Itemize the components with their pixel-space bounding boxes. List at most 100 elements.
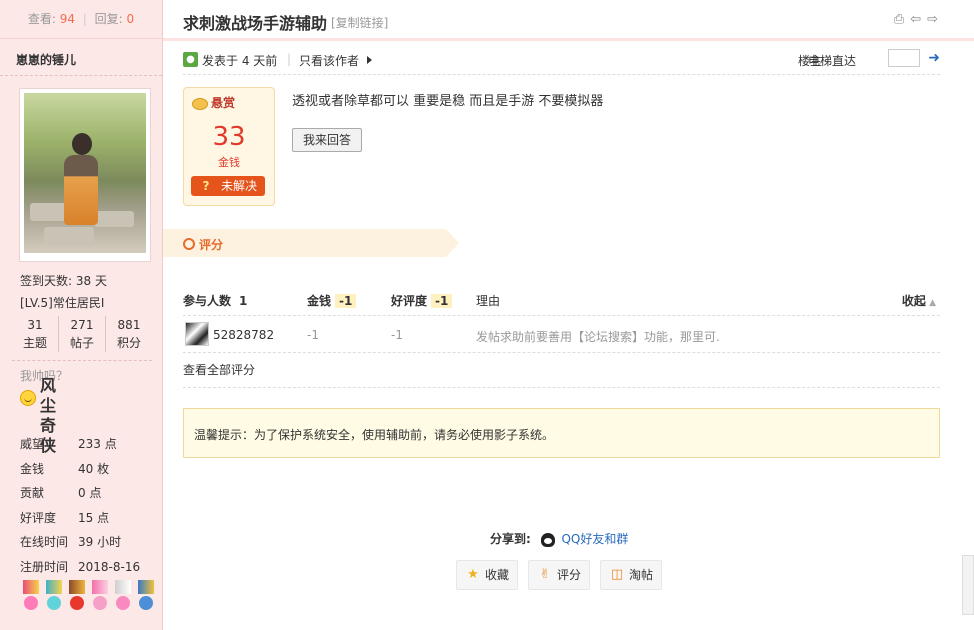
star-icon: ★ [467,567,479,582]
collapse-button[interactable]: 收起 ▲ [902,292,936,309]
money-total: -1 [335,294,357,308]
rater-name[interactable]: 52828782 [213,328,274,342]
prop-row: 注册时间 2018-8-16 [20,555,160,580]
medal-icon[interactable] [112,580,134,614]
avatar[interactable] [24,93,146,253]
author-counts: 31 主题 271 帖子 881 积分 [12,316,152,361]
rater-money: -1 [307,328,319,342]
replies-count: 0 [126,12,135,26]
collect-button[interactable]: ◫ 淘帖 [600,560,663,590]
post-main: 求刺激战场手游辅助 [复制链接] ⎙ ⇦ ⇨ ● 发表于 4 天前 | 只看该作… [163,0,974,630]
rating-header: 参与人数 1 金钱 -1 好评度 -1 理由 收起 ▲ [183,287,940,316]
money-label: 金钱 [307,294,332,308]
prop-row: 贡献 0 点 [20,481,160,506]
count-topics[interactable]: 31 主题 [12,316,59,352]
rate-label: 评分 [557,568,582,582]
only-author-link[interactable]: 只看该作者 [299,52,359,69]
avatar-stone [94,211,134,227]
count-label: 帖子 [69,336,94,350]
rater-reputation: -1 [391,328,403,342]
count-label: 主题 [22,336,47,350]
reputation-label: 好评度 [391,294,428,308]
bounty-status-badge: ? 未解决 [191,176,265,196]
elevator-label: 电梯直达 [807,54,856,68]
prop-value: 15 点 [78,510,110,525]
author-avatar-frame[interactable] [19,88,151,262]
author-online-icon: ● [183,52,198,67]
favorite-button[interactable]: ★ 收藏 [456,560,519,590]
medal-icon[interactable] [43,580,65,614]
post-actions: ★ 收藏 ✌ 评分 ◫ 淘帖 [456,560,663,590]
share-bar: 分享到: QQ好友和群 [490,530,628,547]
tray-icon: ◫ [610,567,624,582]
money-header: 金钱 -1 [307,292,357,309]
medal-icon[interactable] [135,580,157,614]
author-sidebar: 查看: 94 | 回复: 0 崽崽的锤儿 签到天数: 38 天 [LV.5]常住… [0,0,163,630]
prop-row: 在线时间 39 小时 [20,530,160,555]
thread-stats: 查看: 94 | 回复: 0 [0,0,162,39]
participants-header: 参与人数 1 [183,292,251,309]
count-points[interactable]: 881 积分 [106,316,152,352]
prop-key: 在线时间 [20,535,69,549]
prop-value: 0 点 [78,486,102,500]
posted-time: 发表于 4 天前 [202,54,278,68]
bounty-amount: 33 [212,122,246,152]
scrollbar-thumb[interactable] [962,555,974,615]
prev-thread-icon[interactable]: ⇦ [910,12,921,27]
count-posts[interactable]: 271 帖子 [59,316,106,352]
rating-banner-title: 评分 [199,238,224,252]
collapse-label: 收起 [901,294,926,308]
count-label: 积分 [116,336,141,350]
medal-icon[interactable] [66,580,88,614]
user-group: 风尘奇侠 我帅吗？ [20,366,68,455]
prop-value: 2018-8-16 [78,559,141,574]
avatar-figure [64,133,98,233]
rate-button[interactable]: ✌ 评分 [528,560,591,590]
user-properties: 威望 233 点 金钱 40 枚 贡献 0 点 好评度 15 点 在线时间 39 小时 注… [20,432,160,579]
rater-reason: 发帖求助前要善用【论坛搜索】功能，那里可. [476,330,720,344]
medal-icon[interactable] [20,580,42,614]
views-count: 94 [59,12,75,26]
reputation-total: -1 [431,294,453,308]
prop-value: 39 小时 [78,535,122,549]
share-qq-link[interactable]: QQ好友和群 [561,532,628,546]
count-value: 31 [27,318,43,332]
prop-key: 好评度 [20,510,57,525]
prop-key: 贡献 [20,486,45,500]
count-value: 271 [70,318,94,332]
thumb-icon: ✌ [539,567,551,582]
prop-row: 威望 233 点 [20,432,160,457]
see-all-ratings-link[interactable]: 查看全部评分 [183,353,940,388]
views-label: 查看: [27,12,56,26]
share-label: 分享到: [490,532,531,546]
medal-icon[interactable] [89,580,111,614]
postbar-divider: | [287,52,292,66]
prop-key: 威望 [20,437,45,451]
medal-list [20,580,157,614]
prop-row: 好评度 15 点 [20,506,160,531]
rating-banner: 评分 [163,229,459,257]
qq-icon[interactable] [540,532,555,547]
thread-tools: ⎙ ⇦ ⇨ [894,12,938,27]
next-thread-icon[interactable]: ⇨ [927,12,938,27]
author-info: 签到天数: 38 天 [LV.5]常住居民I [20,270,150,314]
signin-days: 签到天数: 38 天 [20,274,107,288]
prop-row: 金钱 40 枚 [20,457,160,482]
answer-button[interactable]: 我来回答 [292,128,362,152]
post-info-bar: ● 发表于 4 天前 | 只看该作者 楼主 电梯直达 ➜ [183,49,940,75]
author-username[interactable]: 崽崽的锤儿 [0,39,162,76]
user-level[interactable]: [LV.5]常住居民I [20,292,150,314]
reputation-header: 好评度 -1 [391,292,453,309]
table-row: 52828782 -1 -1 发帖求助前要善用【论坛搜索】功能，那里可. [183,316,940,353]
copy-link-button[interactable]: [复制链接] [331,14,388,31]
notice-text: 温馨提示：为了保护系统安全，使用辅助前，请务必使用影子系统。 [194,428,555,442]
bounty-label-text: 悬赏 [211,96,236,110]
elevator-go-icon[interactable]: ➜ [928,50,940,66]
elevator-input[interactable] [888,49,920,67]
rater-avatar[interactable] [185,322,209,346]
print-icon[interactable]: ⎙ [894,12,904,27]
question-icon: ? [202,179,210,193]
prop-value: 233 点 [78,437,117,451]
rating-table: 参与人数 1 金钱 -1 好评度 -1 理由 收起 ▲ 52828782 -1 -1 … [183,287,940,388]
count-value: 881 [117,318,141,332]
